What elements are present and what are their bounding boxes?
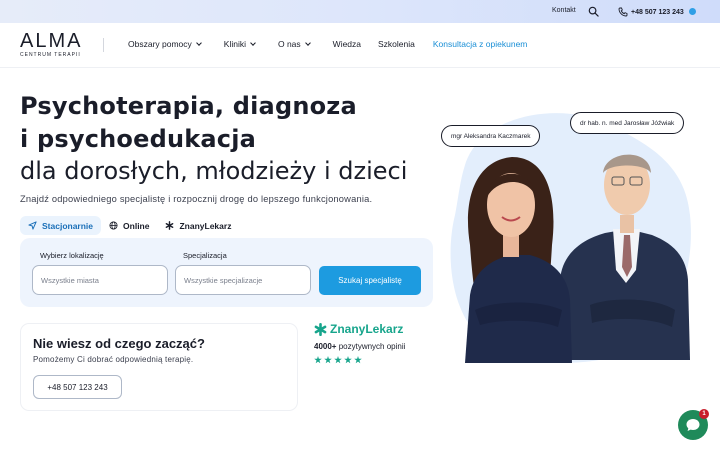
znanylekarz-brand: ZnanyLekarz [330,322,404,336]
chevron-down-icon [304,40,311,46]
tab-znanylekarz[interactable]: ZnanyLekarz [157,216,239,235]
nav-item-label: Szkolenia [378,39,415,49]
contact-link[interactable]: Kontakt [552,7,576,14]
mode-tabs: Stacjonarnie Online ZnanyLekarz [20,216,239,235]
znanylekarz-reviews[interactable]: ZnanyLekarz 4000+ pozytywnych opinii [314,322,405,364]
hero-title-line-3: dla dorosłych, młodzieży i dzieci [20,157,408,185]
tab-online[interactable]: Online [101,216,157,235]
help-card-subtitle: Pomożemy Ci dobrać odpowiednią terapię. [33,355,194,364]
header-divider [103,38,104,52]
main-nav: Obszary pomocy Kliniki O nas Wiedza Szko… [128,39,527,49]
tab-stacjonarnie[interactable]: Stacjonarnie [20,216,102,235]
specialization-select[interactable]: Wszystkie specjalizacje [175,265,311,295]
nav-item-label: Kliniki [223,39,246,49]
specialization-label: Specjalizacja [183,251,227,260]
call-button[interactable]: +48 507 123 243 [33,375,122,399]
chat-bubble-icon [686,419,700,431]
znanylekarz-logo: ZnanyLekarz [314,322,405,336]
specialist-tag-right: dr hab. n. med Jarosław Jóźwiak [570,112,685,134]
nav-item-label: O nas [277,39,301,49]
nav-item-szkolenia[interactable]: Szkolenia [378,39,415,49]
chevron-down-icon [195,40,202,46]
star-icon [324,356,332,364]
site-header: ALMA CENTRUM TERAPII Obszary pomocy Klin… [0,23,720,68]
nav-item-wiedza[interactable]: Wiedza [333,39,361,49]
tab-label: Stacjonarnie [42,220,94,231]
logo-name: ALMA [20,30,83,52]
chevron-down-icon [250,40,256,46]
search-specialist-button[interactable]: Szukaj specjalistę [319,266,421,295]
globe-icon [109,221,118,230]
hero-lead: Znajdź odpowiedniego specjalistę i rozpo… [20,194,373,204]
star-icon [344,356,352,364]
nav-item-o-nas[interactable]: O nas [277,39,311,49]
znanylekarz-asterisk-icon [314,322,327,336]
search-panel: Wybierz lokalizację Wszystkie miasta Spe… [20,238,433,307]
phone-icon [618,7,628,17]
star-icon [334,356,342,364]
location-label: Wybierz lokalizację [40,251,104,260]
star-icon [354,356,362,364]
hero-title: Psychoterapia, diagnoza i psychoedukacja [20,90,357,156]
reviews-count: 4000+ [314,342,337,351]
info-icon[interactable] [689,8,696,15]
topbar-phone-number: +48 507 123 243 [631,8,684,16]
tab-label: ZnanyLekarz [179,220,232,231]
top-utility-bar: Kontakt +48 507 123 243 [0,0,720,23]
specialist-tag-left: mgr Aleksandra Kaczmarek [441,125,541,147]
hero-title-line-1: Psychoterapia, diagnoza [20,92,357,120]
hero-title-line-2: i psychoedukacja [20,125,257,153]
unread-badge: 1 [699,409,709,419]
search-icon[interactable] [588,6,599,17]
nav-cta-consultation[interactable]: Konsultacja z opiekunem [433,39,528,49]
nav-item-kliniki[interactable]: Kliniki [223,39,256,49]
navigation-arrow-icon [28,221,37,230]
chat-launcher-button[interactable]: 1 [678,409,709,440]
reviews-summary: 4000+ pozytywnych opinii [314,342,405,351]
nav-item-obszary-pomocy[interactable]: Obszary pomocy [128,39,202,49]
asterisk-icon [166,221,174,230]
tab-label: Online [123,220,150,231]
hero-specialists-image: mgr Aleksandra Kaczmarek dr hab. n. med … [440,105,710,370]
nav-item-label: Wiedza [332,39,362,49]
rating-stars [314,356,405,364]
help-card-title: Nie wiesz od czego zacząć? [33,336,205,351]
nav-item-label: Obszary pomocy [128,39,192,49]
brand-logo[interactable]: ALMA CENTRUM TERAPII [20,31,82,58]
topbar-phone-link[interactable]: +48 507 123 243 [618,7,684,17]
logo-subtitle: CENTRUM TERAPII [20,52,81,58]
reviews-text: pozytywnych opinii [338,342,406,351]
star-icon [314,356,322,364]
location-select[interactable]: Wszystkie miasta [32,265,168,295]
help-card: Nie wiesz od czego zacząć? Pomożemy Ci d… [20,323,298,411]
